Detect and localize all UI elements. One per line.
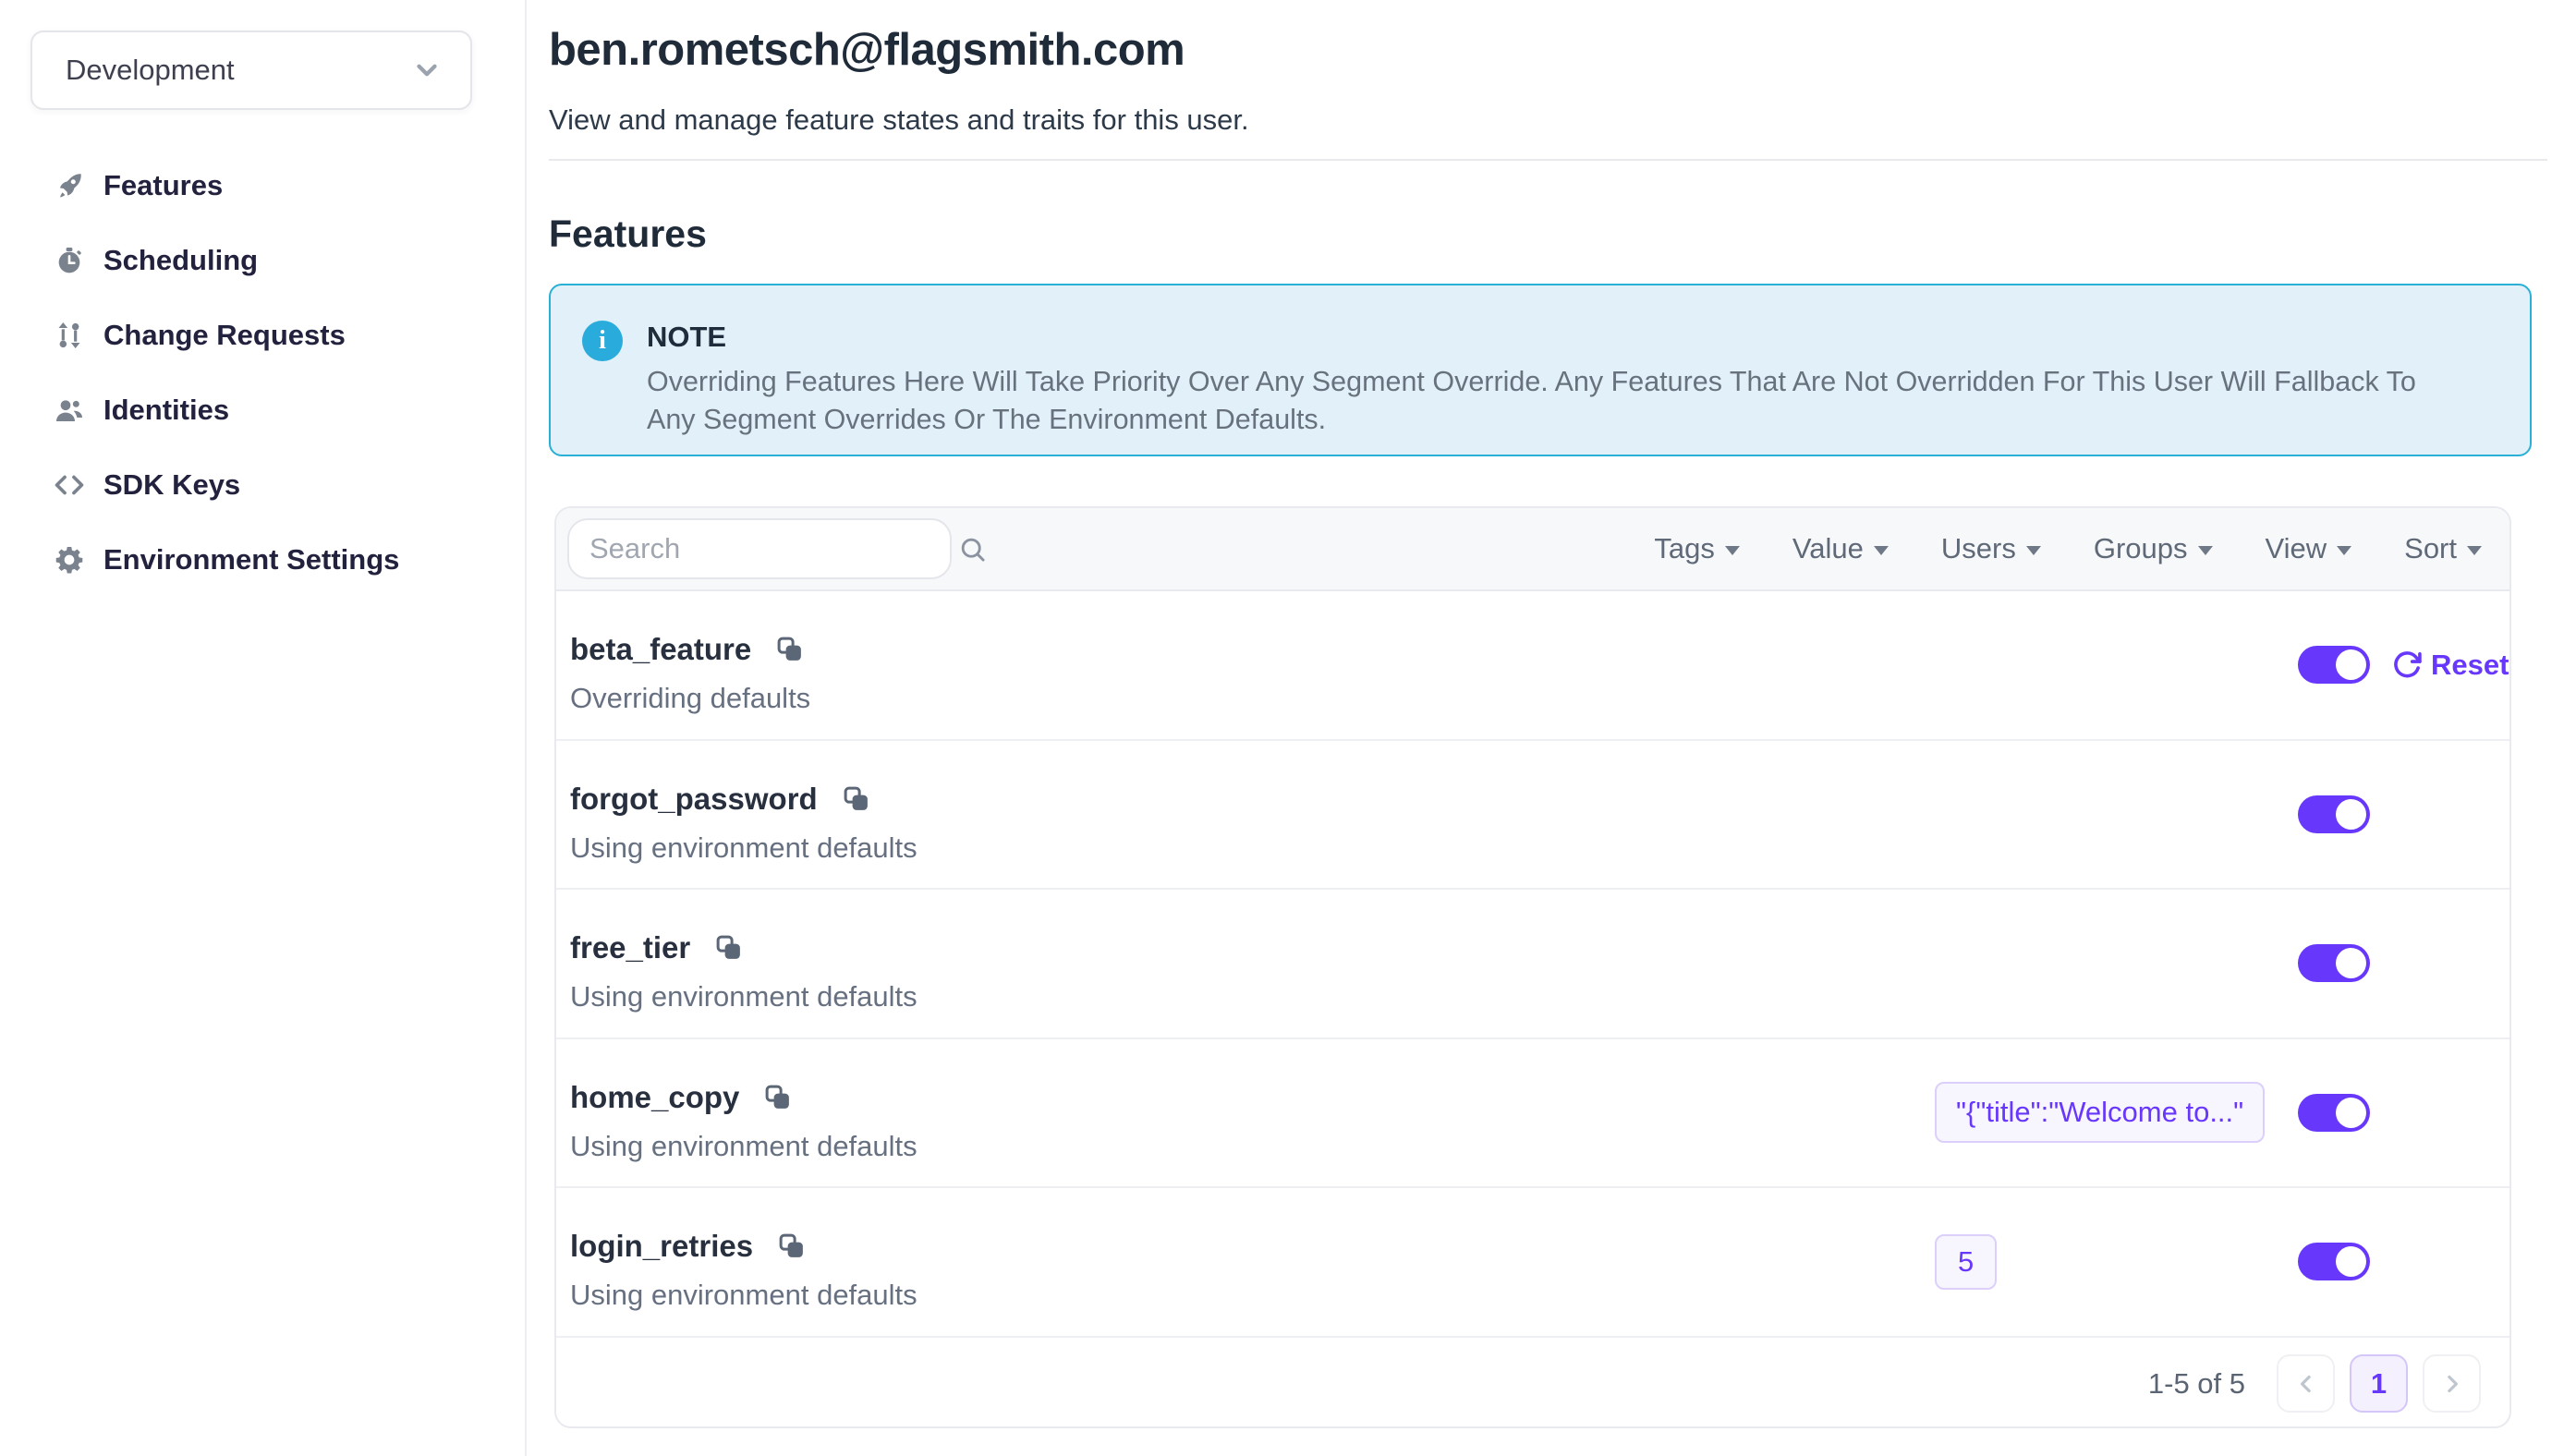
sidebar-item-label: SDK Keys <box>103 468 240 502</box>
caret-down-icon <box>1874 546 1889 555</box>
sidebar-item-label: Change Requests <box>103 319 346 352</box>
filter-label: Value <box>1792 532 1864 565</box>
refresh-icon <box>2391 649 2422 680</box>
feature-row-home-copy[interactable]: home_copy Using environment defaults "{"… <box>556 1039 2509 1189</box>
pagination-range: 1-5 of 5 <box>2148 1367 2245 1401</box>
sidebar-item-label: Scheduling <box>103 244 258 277</box>
identities-icon <box>54 394 85 426</box>
environment-selector[interactable]: Development <box>30 30 472 110</box>
search-input[interactable] <box>589 532 958 565</box>
filter-label: Groups <box>2094 532 2188 565</box>
rocket-icon <box>54 170 85 201</box>
feature-row-login-retries[interactable]: login_retries Using environment defaults… <box>556 1188 2509 1338</box>
note-content: NOTE Overriding Features Here Will Take … <box>647 321 2458 455</box>
feature-toggle[interactable] <box>2298 646 2370 684</box>
copy-icon[interactable] <box>764 1084 792 1111</box>
filter-label: Users <box>1941 532 2016 565</box>
feature-toggle[interactable] <box>2298 944 2370 982</box>
filter-groups[interactable]: Groups <box>2094 532 2213 565</box>
search-box <box>567 518 952 579</box>
features-heading: Features <box>549 212 707 256</box>
note-callout: i NOTE Overriding Features Here Will Tak… <box>549 284 2532 456</box>
next-page-button[interactable] <box>2423 1354 2481 1413</box>
code-icon <box>54 469 85 501</box>
chevron-down-icon <box>411 55 443 86</box>
sidebar-item-features[interactable]: Features <box>0 148 525 223</box>
copy-icon[interactable] <box>843 785 870 813</box>
note-title: NOTE <box>647 321 2458 354</box>
sidebar: Development Features <box>0 0 527 1456</box>
features-panel: Tags Value Users Groups View <box>554 506 2511 1428</box>
prev-page-button[interactable] <box>2277 1354 2335 1413</box>
page-subtitle: View and manage feature states and trait… <box>549 103 1249 137</box>
feature-name[interactable]: forgot_password <box>570 782 818 817</box>
caret-down-icon <box>2467 546 2482 555</box>
filter-sort[interactable]: Sort <box>2404 532 2482 565</box>
feature-name[interactable]: home_copy <box>570 1080 739 1115</box>
note-text: Overriding Features Here Will Take Prior… <box>647 363 2458 439</box>
filter-label: Sort <box>2404 532 2457 565</box>
copy-icon[interactable] <box>776 636 804 663</box>
feature-status: Overriding defaults <box>570 682 810 715</box>
sidebar-item-scheduling[interactable]: Scheduling <box>0 223 525 297</box>
caret-down-icon <box>2198 546 2213 555</box>
sidebar-item-change-requests[interactable]: Change Requests <box>0 297 525 372</box>
sidebar-item-sdk-keys[interactable]: SDK Keys <box>0 447 525 522</box>
panel-header: Tags Value Users Groups View <box>556 508 2509 591</box>
pull-request-icon <box>54 320 85 351</box>
caret-down-icon <box>2337 546 2351 555</box>
feature-row-free-tier[interactable]: free_tier Using environment defaults <box>556 890 2509 1039</box>
feature-name[interactable]: free_tier <box>570 930 690 965</box>
sidebar-item-label: Identities <box>103 394 229 427</box>
reset-button[interactable]: Reset <box>2391 649 2509 682</box>
filter-label: View <box>2266 532 2327 565</box>
copy-icon[interactable] <box>778 1232 806 1260</box>
feature-toggle[interactable] <box>2298 1243 2370 1280</box>
feature-row-beta-feature[interactable]: beta_feature Overriding defaults <box>556 591 2509 741</box>
copy-icon[interactable] <box>715 934 743 962</box>
feature-status: Using environment defaults <box>570 831 917 865</box>
filter-tags[interactable]: Tags <box>1654 532 1739 565</box>
filter-value[interactable]: Value <box>1792 532 1889 565</box>
feature-name[interactable]: login_retries <box>570 1229 753 1264</box>
feature-toggle[interactable] <box>2298 1094 2370 1132</box>
feature-status: Using environment defaults <box>570 980 917 1013</box>
sidebar-item-environment-settings[interactable]: Environment Settings <box>0 522 525 597</box>
sidebar-item-identities[interactable]: Identities <box>0 372 525 447</box>
reset-label: Reset <box>2431 649 2509 682</box>
filter-users[interactable]: Users <box>1941 532 2041 565</box>
feature-name[interactable]: beta_feature <box>570 632 751 667</box>
filter-bar: Tags Value Users Groups View <box>1654 532 2482 565</box>
info-icon: i <box>582 321 623 361</box>
feature-value-chip[interactable]: "{"title":"Welcome to..." <box>1935 1082 2265 1143</box>
environment-selector-value: Development <box>66 54 235 87</box>
feature-value-chip[interactable]: 5 <box>1935 1234 1997 1290</box>
feature-row-forgot-password[interactable]: forgot_password Using environment defaul… <box>556 741 2509 891</box>
pagination: 1-5 of 5 1 <box>556 1338 2509 1429</box>
filter-label: Tags <box>1654 532 1714 565</box>
gear-icon <box>54 544 85 576</box>
divider <box>549 159 2547 161</box>
caret-down-icon <box>1725 546 1740 555</box>
page-number-button[interactable]: 1 <box>2350 1354 2408 1413</box>
stopwatch-icon <box>54 245 85 276</box>
sidebar-item-label: Features <box>103 169 223 202</box>
main-content: ben.rometsch@flagsmith.com View and mana… <box>549 0 2548 1456</box>
feature-status: Using environment defaults <box>570 1130 917 1163</box>
feature-status: Using environment defaults <box>570 1279 917 1312</box>
sidebar-item-label: Environment Settings <box>103 543 399 576</box>
sidebar-nav: Features Scheduling <box>0 148 525 597</box>
search-icon <box>958 535 987 564</box>
caret-down-icon <box>2026 546 2041 555</box>
filter-view[interactable]: View <box>2266 532 2352 565</box>
page-title: ben.rometsch@flagsmith.com <box>549 24 1185 76</box>
feature-toggle[interactable] <box>2298 795 2370 833</box>
